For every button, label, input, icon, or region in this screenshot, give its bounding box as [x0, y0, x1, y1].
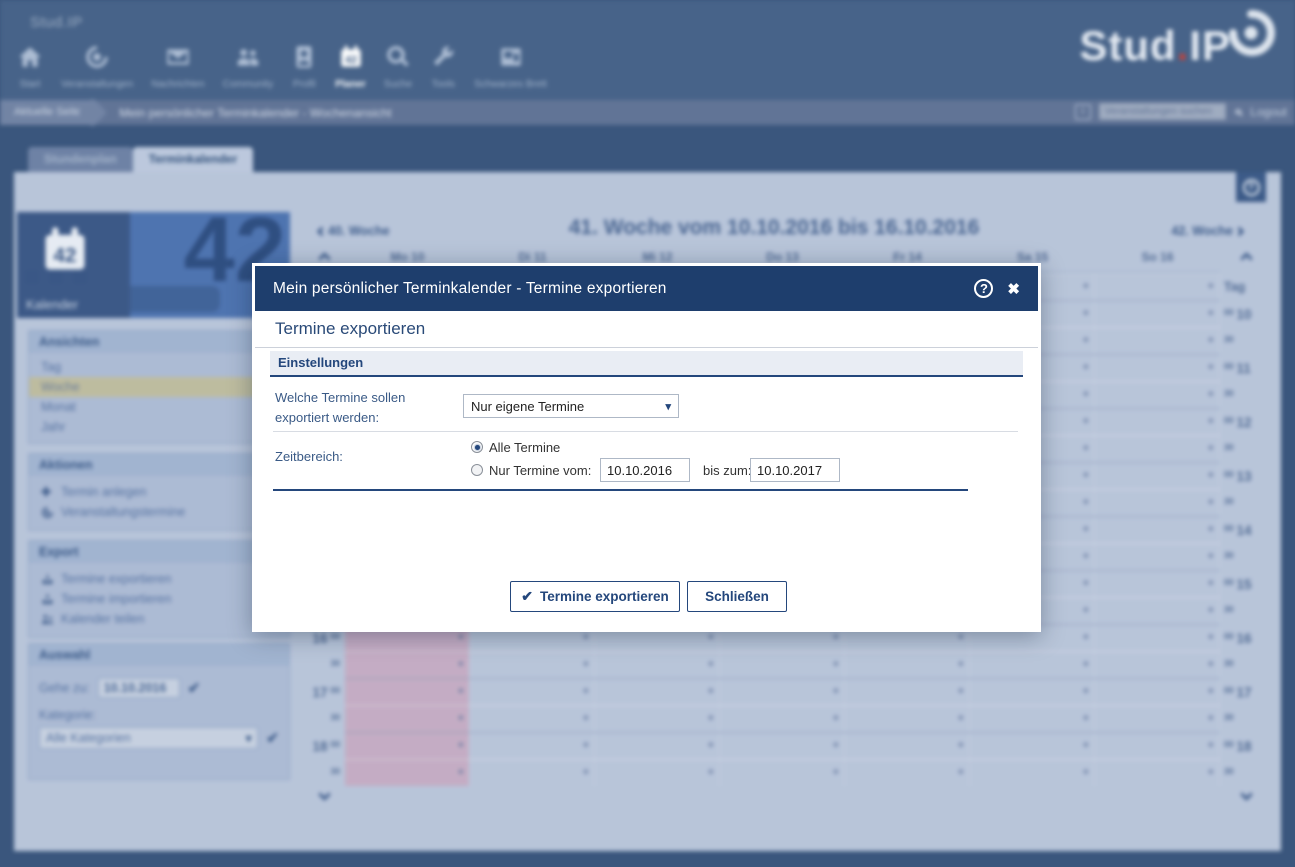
radio-all-appointments[interactable]	[471, 441, 483, 453]
dialog-titlebar[interactable]: Mein persönlicher Terminkalender - Termi…	[255, 266, 1038, 311]
date-from-input[interactable]	[600, 458, 690, 482]
which-appointments-label: Welche Termine sollen exportiert werden:	[275, 388, 455, 428]
radio-range-appointments[interactable]	[471, 464, 483, 476]
close-icon[interactable]: ✖	[1007, 280, 1020, 298]
until-label: bis zum:	[703, 463, 751, 478]
date-to-input[interactable]	[750, 458, 840, 482]
dialog-body: Termine exportieren Einstellungen Welche…	[255, 311, 1038, 629]
dialog-help-icon[interactable]: ?	[974, 279, 993, 298]
export-dialog: Mein persönlicher Terminkalender - Termi…	[252, 263, 1041, 632]
divider	[273, 431, 1018, 432]
radio-all-label[interactable]: Alle Termine	[489, 440, 560, 455]
check-icon: ✔	[521, 588, 533, 605]
dialog-heading: Termine exportieren	[275, 319, 425, 339]
which-appointments-select[interactable]: Nur eigene Termine ▾	[463, 394, 679, 418]
chevron-down-icon: ▾	[665, 400, 671, 413]
export-button[interactable]: ✔ Termine exportieren	[510, 581, 680, 612]
divider	[273, 489, 968, 491]
close-button[interactable]: Schließen	[687, 581, 787, 612]
time-range-label: Zeitbereich:	[275, 449, 343, 464]
dialog-title: Mein persönlicher Terminkalender - Termi…	[273, 280, 974, 298]
radio-range-label[interactable]: Nur Termine vom:	[489, 463, 591, 478]
settings-section-header: Einstellungen	[270, 351, 1023, 377]
select-value: Nur eigene Termine	[471, 399, 584, 414]
divider	[255, 347, 1038, 348]
studip-app: Stud.IP Start Veranstaltungen Nachrichte…	[0, 0, 1295, 867]
